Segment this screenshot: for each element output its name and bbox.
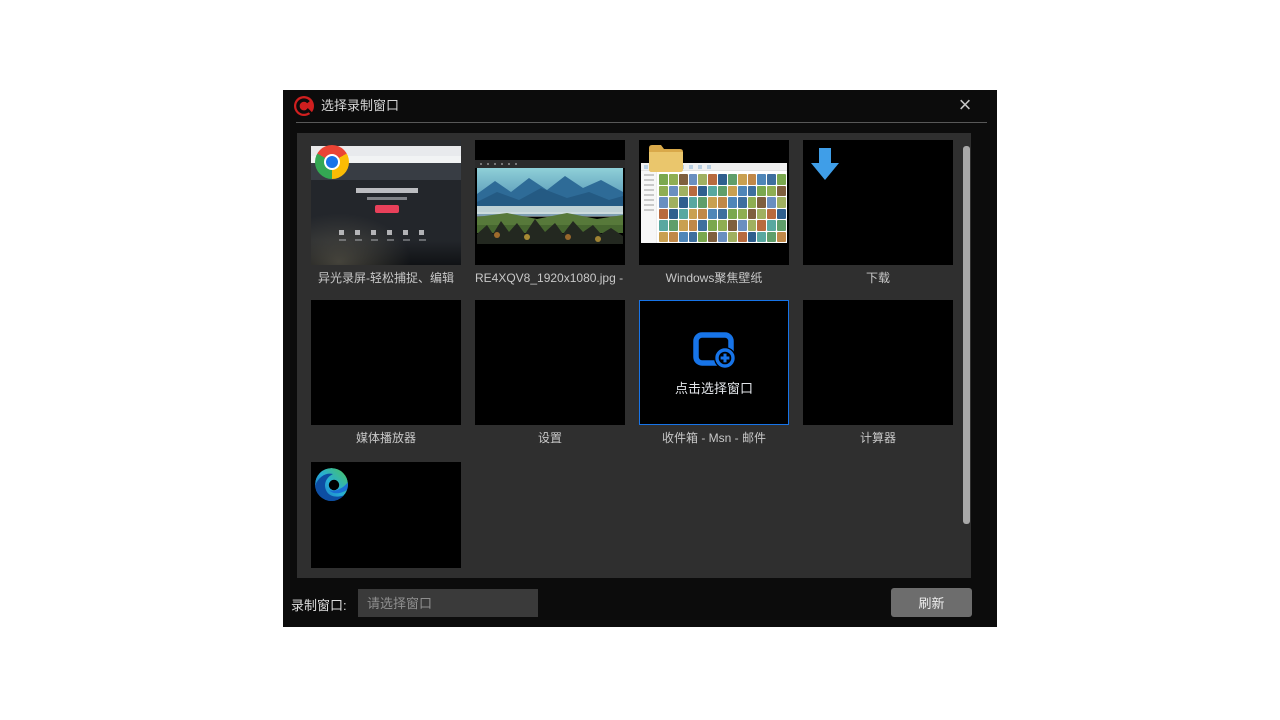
window-grid-panel: 异光录屏-轻松捕捉、编辑 bbox=[297, 133, 971, 578]
thumbnail-text-line bbox=[367, 197, 407, 200]
window-title-label: RE4XQV8_1920x1080.jpg - 照片 bbox=[475, 269, 625, 287]
window-thumbnail-edge[interactable] bbox=[311, 462, 461, 568]
window-thumbnail-downloads[interactable] bbox=[803, 140, 953, 265]
dialog-title: 选择录制窗口 bbox=[321, 90, 399, 121]
vertical-scrollbar-thumb[interactable] bbox=[963, 146, 970, 524]
wallpaper-thumbnails-grid bbox=[659, 174, 786, 242]
window-thumbnail-media-player[interactable] bbox=[311, 300, 461, 425]
window-title-label: Windows聚焦壁纸 bbox=[639, 269, 789, 287]
edge-logo-icon bbox=[315, 468, 348, 501]
select-window-plus-icon bbox=[692, 329, 736, 369]
photo-app-toolbar-icons bbox=[480, 163, 520, 165]
window-thumbnail-settings[interactable] bbox=[475, 300, 625, 425]
thumbnail-icon-row bbox=[339, 230, 435, 235]
folder-icon bbox=[647, 142, 685, 174]
window-title-label: 设置 bbox=[475, 429, 625, 447]
window-title-label: 媒体播放器 bbox=[311, 429, 461, 447]
explorer-window bbox=[641, 163, 787, 243]
landscape-photo bbox=[477, 168, 623, 244]
recorder-app-logo-icon bbox=[293, 95, 315, 117]
thumbnail-red-button bbox=[375, 205, 399, 213]
window-title-label: 收件箱 - Msn - 邮件 bbox=[639, 429, 789, 447]
refresh-button[interactable]: 刷新 bbox=[891, 588, 972, 617]
window-thumbnail-calculator[interactable] bbox=[803, 300, 953, 425]
thumbnail-icon-row bbox=[339, 239, 435, 241]
window-thumbnail-mail[interactable]: 点击选择窗口 bbox=[639, 300, 789, 425]
record-window-label: 录制窗口: bbox=[291, 595, 347, 614]
close-icon[interactable]: × bbox=[951, 93, 979, 119]
window-title-label: 计算器 bbox=[803, 429, 953, 447]
titlebar-divider bbox=[296, 122, 987, 123]
record-window-input[interactable] bbox=[358, 589, 538, 617]
chrome-logo-icon bbox=[315, 145, 349, 179]
click-to-select-hint: 点击选择窗口 bbox=[675, 378, 753, 397]
window-title-label: 下载 bbox=[803, 269, 953, 287]
window-title-label: 异光录屏-轻松捕捉、编辑 bbox=[311, 269, 461, 287]
thumbnail-text-line bbox=[356, 188, 418, 193]
dialog-titlebar: 选择录制窗口 × bbox=[283, 90, 997, 122]
window-thumbnail-explorer[interactable] bbox=[639, 140, 789, 265]
window-thumbnail-chrome[interactable] bbox=[311, 140, 461, 265]
download-arrow-icon bbox=[810, 147, 840, 181]
window-thumbnail-photo[interactable] bbox=[475, 140, 625, 265]
select-recording-window-dialog: 选择录制窗口 × 异光录屏-轻松捕捉、编辑 bbox=[283, 90, 997, 627]
